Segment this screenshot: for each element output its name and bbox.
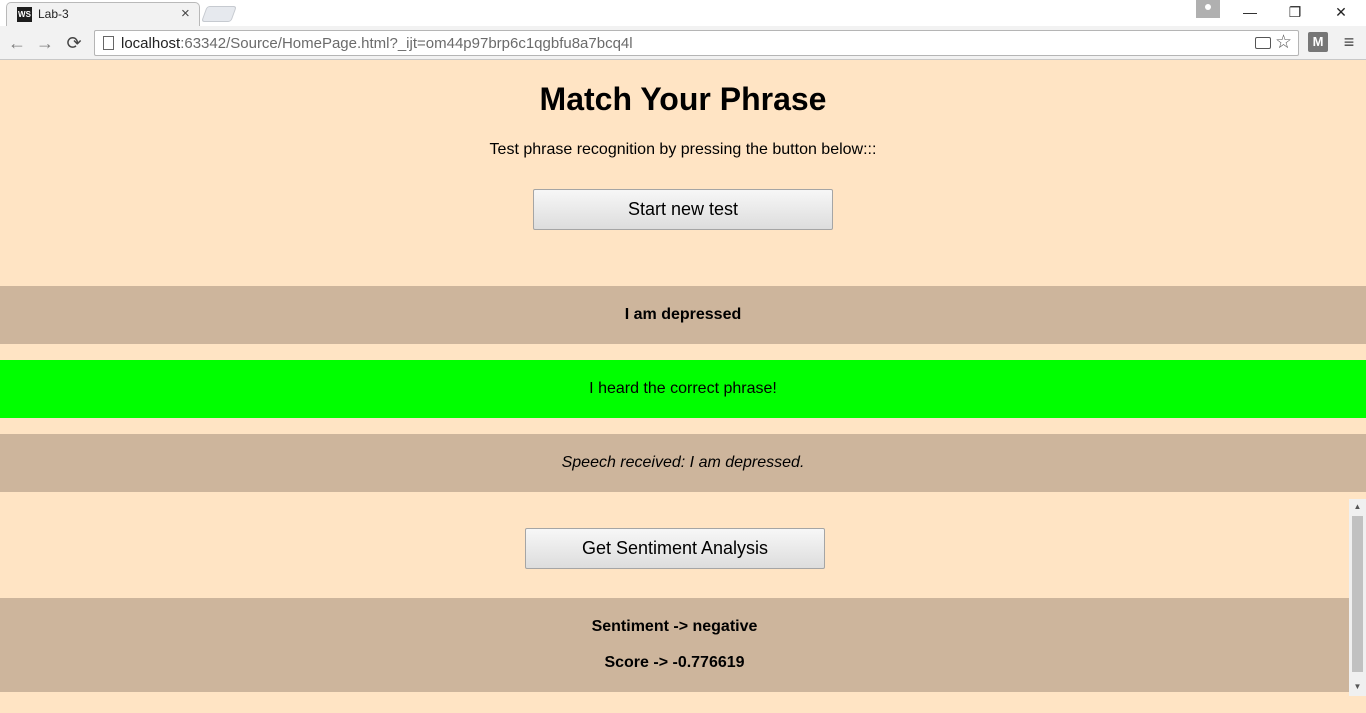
back-arrow-icon[interactable]: ← [6,32,28,54]
extension-m-icon[interactable]: M [1308,32,1328,52]
scroll-thumb[interactable] [1352,516,1363,672]
sentiment-result: Sentiment -> negative Score -> -0.776619 [0,598,1349,692]
get-sentiment-button[interactable]: Get Sentiment Analysis [525,528,825,569]
score-label: Score -> -0.776619 [604,654,745,671]
start-new-test-button[interactable]: Start new test [533,189,833,230]
page-icon [103,36,114,50]
result-message: I heard the correct phrase! [0,360,1366,418]
browser-toolbar: ← → ⟳ localhost:63342/Source/HomePage.ht… [0,26,1366,60]
bookmark-star-icon[interactable]: ☆ [1275,31,1292,55]
vertical-scrollbar[interactable]: ▲ ▼ [1349,499,1366,696]
url-text[interactable]: localhost:63342/Source/HomePage.html?_ij… [121,35,633,52]
minimize-button[interactable]: — [1227,0,1273,24]
forward-arrow-icon[interactable]: → [34,32,56,54]
close-window-button[interactable]: ✕ [1318,0,1364,24]
webstorm-favicon-icon: WS [17,7,32,22]
reload-icon[interactable]: ⟳ [63,32,85,54]
sentiment-label: Sentiment -> negative [591,618,758,635]
restore-button[interactable]: ❐ [1272,0,1318,24]
hamburger-menu-icon[interactable]: ≡ [1338,31,1360,53]
user-profile-icon[interactable] [1196,0,1220,18]
scroll-up-arrow-icon[interactable]: ▲ [1349,501,1366,513]
camera-icon[interactable] [1255,37,1271,49]
page-content: Match Your Phrase Test phrase recognitio… [0,61,1366,713]
target-phrase: I am depressed [0,286,1366,344]
address-bar[interactable]: localhost:63342/Source/HomePage.html?_ij… [94,30,1299,56]
page-title: Match Your Phrase [539,81,827,117]
browser-tab[interactable]: WS Lab-3 × [6,2,200,26]
tab-strip: WS Lab-3 × — ❐ ✕ [0,0,1366,26]
intro-text: Test phrase recognition by pressing the … [489,141,877,158]
url-path: :63342/Source/HomePage.html?_ijt=om44p97… [180,35,633,52]
scroll-down-arrow-icon[interactable]: ▼ [1349,681,1366,693]
tab-title: Lab-3 [38,7,69,21]
tab-close-icon[interactable]: × [181,5,190,22]
url-host: localhost [121,35,181,52]
new-tab-button[interactable] [201,6,237,22]
speech-received: Speech received: I am depressed. [0,434,1366,492]
